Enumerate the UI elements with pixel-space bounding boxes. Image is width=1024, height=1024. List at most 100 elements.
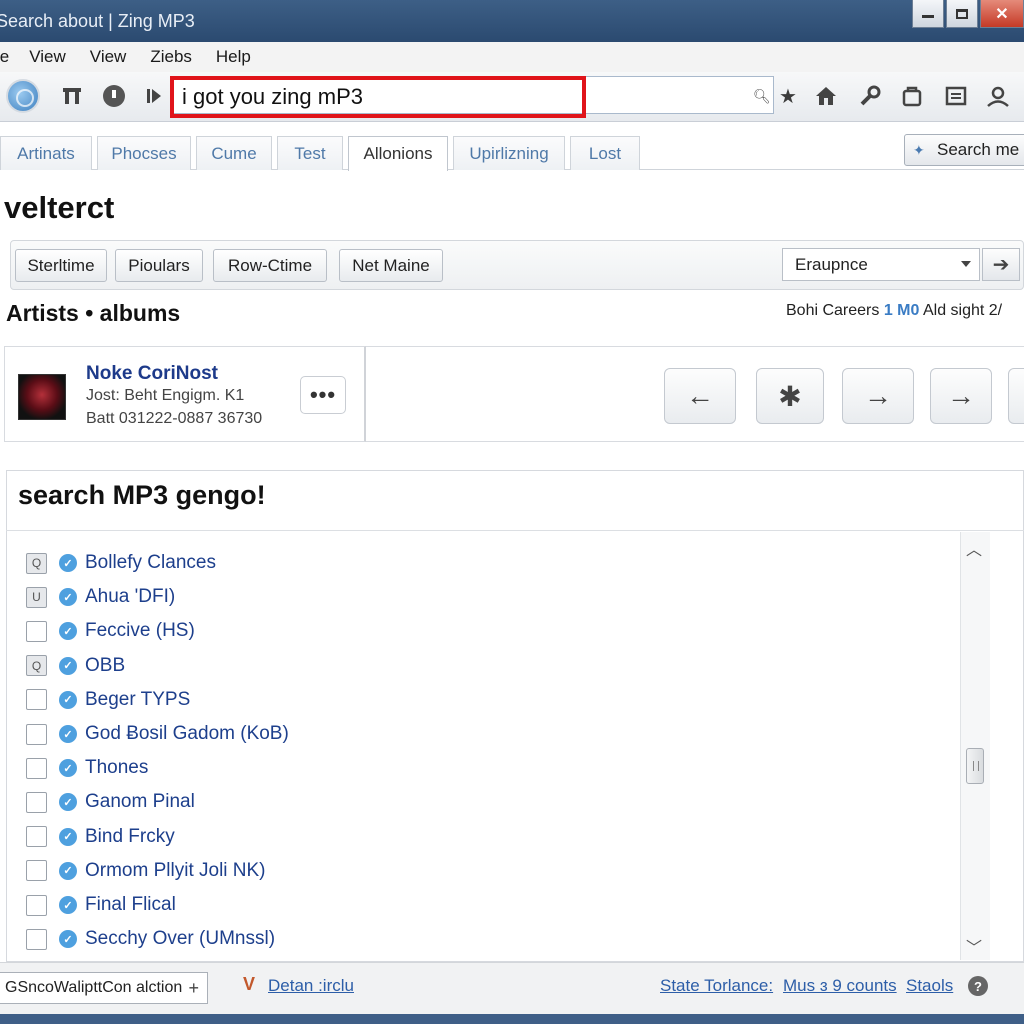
magnifier-icon[interactable]: 🔍︎ [753, 88, 771, 105]
list-item[interactable]: ✓ Ormom Pllyit Joli NK) [26, 856, 266, 886]
forward-button[interactable]: → [842, 368, 914, 424]
check-circle-icon: ✓ [59, 930, 77, 949]
list-item[interactable]: ✓ Final Flical [26, 890, 176, 920]
check-circle-icon: ✓ [59, 554, 77, 572]
star-icon[interactable]: ★ [776, 84, 800, 108]
list-item-label: Secchy Over (UMnssl) [85, 928, 276, 950]
puzzle-button[interactable]: ✱ [756, 368, 824, 424]
check-circle-icon: ✓ [59, 861, 77, 880]
check-circle-icon: ✓ [59, 896, 77, 914]
music-counts-link[interactable]: Mus ɜ 9 counts [783, 976, 897, 996]
list-item-label: Feccive (HS) [85, 620, 195, 642]
check-circle-icon: ✓ [59, 725, 77, 743]
list-item[interactable]: ✓ God Ƀosil Gadom (KoB) [26, 719, 289, 749]
row-checkbox[interactable] [26, 689, 47, 711]
row-checkbox[interactable] [26, 826, 47, 848]
row-checkbox[interactable]: Q [26, 655, 47, 677]
scroll-up-icon[interactable]: ︿ [966, 536, 982, 560]
check-circle-icon: ✓ [59, 656, 77, 675]
house-icon[interactable] [814, 84, 838, 108]
row-checkbox[interactable] [26, 860, 47, 882]
row-checkbox[interactable]: Q [26, 552, 47, 574]
search-input[interactable] [182, 82, 562, 112]
list-item[interactable]: ✓ Secchy Over (UMnssl) [26, 924, 275, 954]
bag-icon[interactable] [900, 84, 924, 108]
close-icon: ✕ [995, 5, 1009, 23]
list-item-label: God Ƀosil Gadom (KoB) [85, 723, 289, 744]
filter-net-maine-button[interactable]: Net Maine [339, 249, 443, 282]
tab-cume[interactable]: Cume [196, 136, 272, 170]
row-checkbox[interactable]: U [26, 586, 47, 608]
maximize-button[interactable] [946, 0, 978, 28]
album-thumbnail[interactable] [18, 374, 66, 420]
list-item[interactable]: Q ✓ OBB [26, 651, 125, 681]
maximize-icon [956, 8, 968, 19]
status-combo-value: GSncoWalipttCon alction [5, 979, 183, 996]
list-item[interactable]: ✓ Thones [26, 753, 148, 783]
list-item-label: Bind Frcky [85, 825, 175, 847]
tab-artinats[interactable]: Artinats [0, 136, 92, 170]
list-item[interactable]: ✓ Bind Frcky [26, 822, 175, 852]
user-icon[interactable] [986, 84, 1010, 108]
menu-file[interactable]: le [0, 47, 9, 67]
stats-link[interactable]: Staols [906, 976, 953, 996]
scroll-thumb[interactable] [966, 748, 984, 784]
row-checkbox[interactable] [26, 894, 47, 916]
filter-sterltime-button[interactable]: Sterltime [15, 249, 107, 282]
tab-phocses[interactable]: Phocses [97, 136, 191, 170]
row-checkbox[interactable] [26, 928, 47, 950]
globe-icon[interactable] [6, 79, 40, 113]
menu-ziebs[interactable]: Ziebs [150, 47, 192, 67]
state-link[interactable]: State Torlance: [660, 976, 773, 996]
menu-help[interactable]: Help [216, 47, 251, 67]
artist-detail-line1: Jost: Beht Engigm. K1 [86, 387, 245, 404]
filter-row-ctime-button[interactable]: Row-Ctime [213, 249, 327, 282]
plus-icon[interactable]: + [188, 978, 199, 999]
more-options-button[interactable]: ••• [300, 376, 346, 414]
list-item[interactable]: ✓ Feccive (HS) [26, 616, 195, 646]
columns-icon[interactable] [60, 84, 84, 108]
section-title: Artists • albums [6, 300, 181, 326]
search-me-button[interactable]: ✦ Search me [904, 134, 1024, 166]
calendar-icon[interactable] [944, 84, 968, 108]
next-button[interactable]: → [930, 368, 992, 424]
tab-test[interactable]: Test [277, 136, 343, 170]
list-item-label: Ormom Pllyit Joli NK) [85, 859, 266, 881]
menu-view-2[interactable]: View [90, 47, 127, 67]
row-checkbox[interactable] [26, 791, 47, 813]
tab-lost[interactable]: Lost [570, 136, 640, 170]
tab-allonions[interactable]: Allonions [348, 136, 448, 171]
filter-pioulars-button[interactable]: Pioulars [115, 249, 203, 282]
results-title: search MP3 gengo! [18, 480, 266, 510]
row-checkbox[interactable] [26, 620, 47, 642]
scroll-down-icon[interactable]: ﹀ [966, 934, 982, 958]
tab-strip: Artinats Phocses Cume Test Allonions Upi… [0, 136, 1024, 171]
page-title: velterct [4, 190, 115, 225]
menu-view[interactable]: View [29, 47, 66, 67]
close-button[interactable]: ✕ [980, 0, 1024, 28]
scrollbar[interactable] [960, 532, 990, 960]
tab-upirlizning[interactable]: Upirlizning [453, 136, 565, 170]
section-meta: Bohi Careers 1 M0 Ald sight 2/ [786, 302, 1002, 320]
go-arrow-button[interactable]: ➔ [982, 248, 1020, 281]
detail-link[interactable]: Detan :irclu [268, 976, 354, 996]
section-meta-suffix: Ald sight 2/ [922, 302, 1003, 319]
list-item[interactable]: U ✓ Ahua 'DFI) [26, 582, 175, 612]
row-checkbox[interactable] [26, 757, 47, 779]
status-combo[interactable]: GSncoWalipttCon alction + [0, 972, 208, 1004]
window-bottom-edge [0, 1014, 1024, 1024]
stop-icon[interactable] [102, 84, 126, 108]
section-meta-count[interactable]: 1 M0 [884, 302, 920, 319]
row-checkbox[interactable] [26, 723, 47, 745]
partial-button[interactable] [1008, 368, 1024, 424]
back-button[interactable]: ← [664, 368, 736, 424]
list-item[interactable]: Q ✓ Bollefy Clances [26, 548, 216, 578]
list-item[interactable]: ✓ Ganom Pinal [26, 787, 195, 817]
wrench-icon[interactable] [858, 84, 882, 108]
play-icon[interactable] [142, 84, 166, 108]
list-item[interactable]: ✓ Beger TYPS [26, 685, 190, 715]
minimize-button[interactable] [912, 0, 944, 28]
sort-dropdown[interactable]: Eraupnce [782, 248, 980, 281]
artist-name[interactable]: Noke CoriNost [86, 363, 218, 385]
help-icon[interactable]: ? [968, 976, 988, 996]
